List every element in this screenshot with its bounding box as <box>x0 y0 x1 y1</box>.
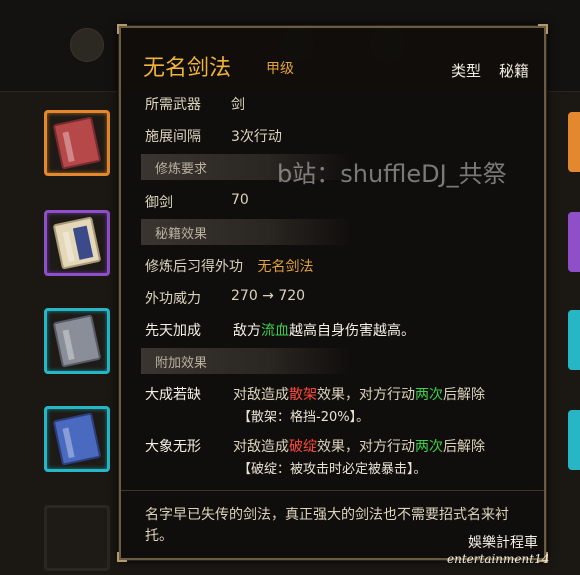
effect1-count: 两次 <box>415 387 443 403</box>
req-skill-label: 御剑 <box>145 195 173 211</box>
effect-row-1: 大成若缺 对敌造成散架效果，对方行动两次后解除 【散架：格挡-20%】。 <box>145 384 485 425</box>
power-row: 外功威力 270 → 720 <box>145 288 305 308</box>
learn-label: 修炼后习得外功 <box>145 259 243 275</box>
item-slot-blue-book[interactable] <box>44 406 110 472</box>
cast-interval-row: 施展间隔 3次行动 <box>145 126 282 146</box>
innate-row: 先天加成 敌方流血越高自身伤害越高。 <box>145 320 415 340</box>
effect1-label: 大成若缺 <box>145 387 201 403</box>
effect1-desc: 对敌造成散架效果，对方行动两次后解除 <box>233 384 485 404</box>
effect-row-2: 大象无形 对敌造成破绽效果，对方行动两次后解除 【破绽：被攻击时必定被暴击】。 <box>145 436 485 477</box>
flavor-divider <box>121 490 544 491</box>
learn-row: 修炼后习得外功 无名剑法 <box>145 256 313 276</box>
req-skill-row: 御剑 70 <box>145 192 249 212</box>
panel-corner <box>117 552 127 562</box>
innate-label: 先天加成 <box>145 323 201 339</box>
type-value: 秘籍 <box>499 62 530 80</box>
power-value: 270 → 720 <box>231 288 306 304</box>
item-title: 无名剑法 <box>143 56 232 81</box>
item-slot-cream-book[interactable] <box>44 210 110 276</box>
right-edge-slot[interactable] <box>568 410 580 470</box>
required-weapon-value: 剑 <box>231 97 245 113</box>
item-slot-gray-book[interactable] <box>44 308 110 374</box>
brand-watermark-cn: 娛樂計程車 <box>468 535 538 551</box>
effect1-text: 效果，对方行动 <box>317 387 415 403</box>
innate-text-1: 敌方 <box>233 323 261 339</box>
gray-book-icon <box>52 314 102 368</box>
section-manual-effect: 秘籍效果 <box>141 219 351 245</box>
effect2-text: 效果，对方行动 <box>317 439 415 455</box>
effect2-label: 大象无形 <box>145 439 201 455</box>
item-tooltip-panel: 无名剑法 甲级 类型 秘籍 所需武器 剑 施展间隔 3次行动 修炼要求 御剑 7… <box>117 24 548 562</box>
effect2-text: 后解除 <box>443 439 485 455</box>
required-weapon-row: 所需武器 剑 <box>145 94 245 114</box>
item-slot-empty[interactable] <box>44 505 110 571</box>
item-slot-red-book[interactable] <box>44 110 110 176</box>
effect1-keyword: 散架 <box>289 387 317 403</box>
effect1-text: 对敌造成 <box>233 387 289 403</box>
scroll-book-icon <box>52 216 102 270</box>
cast-interval-label: 施展间隔 <box>145 129 201 145</box>
right-edge-slot[interactable] <box>568 310 580 370</box>
effect2-text: 对敌造成 <box>233 439 289 455</box>
brand-watermark-en: entertainment14 <box>447 552 550 566</box>
right-edge-slot[interactable] <box>568 112 580 172</box>
effect2-keyword: 破绽 <box>289 439 317 455</box>
item-grade: 甲级 <box>266 61 294 77</box>
cast-interval-value: 3次行动 <box>231 129 282 145</box>
innate-text-3: 越高自身伤害越高。 <box>289 323 415 339</box>
power-label: 外功威力 <box>145 291 201 307</box>
required-weapon-label: 所需武器 <box>145 97 201 113</box>
innate-bleed: 流血 <box>261 323 289 339</box>
right-edge-slot[interactable] <box>568 212 580 272</box>
innate-text: 敌方流血越高自身伤害越高。 <box>233 320 415 340</box>
effect1-text: 后解除 <box>443 387 485 403</box>
section-extra-effect: 附加效果 <box>141 348 351 374</box>
panel-corner <box>117 24 127 34</box>
effect2-desc: 对敌造成破绽效果，对方行动两次后解除 <box>233 436 485 456</box>
watermark-text: b站：shuffleDJ_共祭 <box>277 160 507 188</box>
effect2-sub: 【破绽：被攻击时必定被暴击】。 <box>238 462 427 477</box>
red-book-icon <box>52 116 102 170</box>
blue-book-icon <box>52 412 102 466</box>
req-skill-value: 70 <box>231 192 249 208</box>
learn-value: 无名剑法 <box>257 259 314 275</box>
effect2-count: 两次 <box>415 439 443 455</box>
type-label: 类型 <box>451 62 482 80</box>
effect1-sub: 【散架：格挡-20%】。 <box>238 410 370 425</box>
panel-corner <box>538 24 548 34</box>
menu-icon[interactable] <box>70 28 104 62</box>
